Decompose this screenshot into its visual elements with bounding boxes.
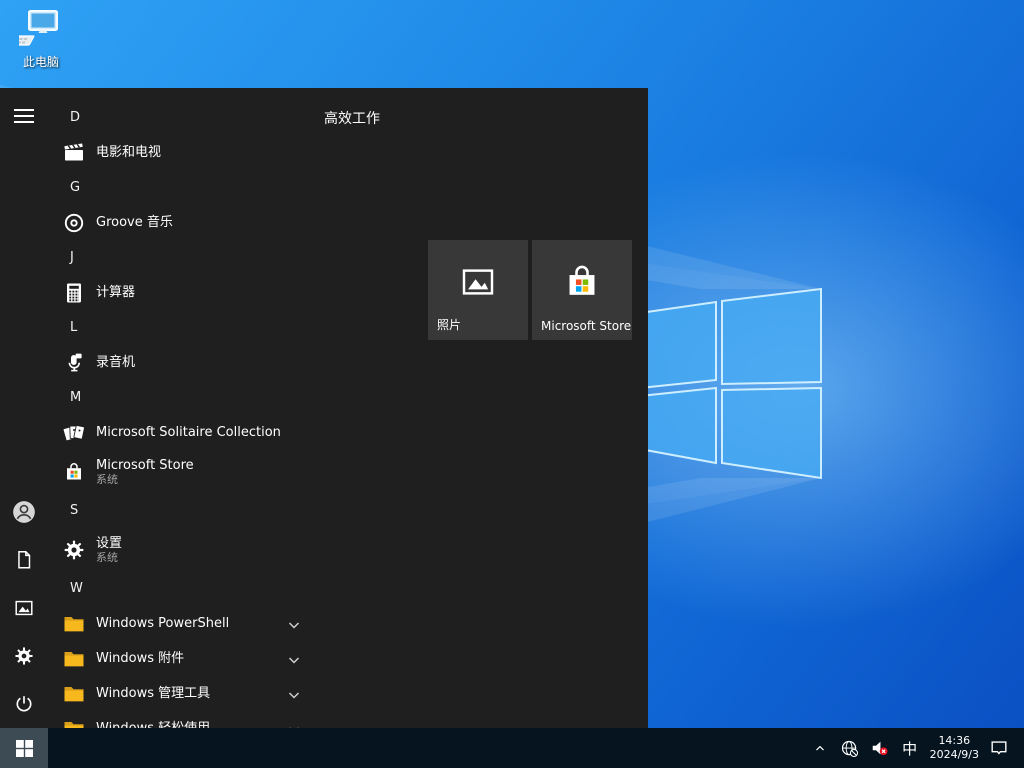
folder-icon xyxy=(62,717,86,729)
app-label: Windows 轻松使用 xyxy=(96,721,210,728)
tile-label: Microsoft Store xyxy=(541,319,631,333)
tile-group-label[interactable]: 高效工作 xyxy=(324,108,380,128)
letter-header-l[interactable]: L xyxy=(48,310,310,345)
app-item-groove-music[interactable]: Groove 音乐 xyxy=(48,205,310,240)
clock-date: 2024/9/3 xyxy=(930,748,979,762)
letter-label: L xyxy=(70,320,77,335)
folder-icon xyxy=(62,612,86,636)
app-label: Windows PowerShell xyxy=(96,616,229,631)
app-item-settings[interactable]: 设置 系统 xyxy=(48,528,310,571)
user-avatar-icon xyxy=(11,499,37,525)
app-label: 电影和电视 xyxy=(96,145,161,160)
notification-center-button[interactable] xyxy=(986,728,1012,768)
system-tray: 中 14:36 2024/9/3 xyxy=(807,728,1024,768)
microsoft-store-icon xyxy=(560,260,604,308)
letter-header-w[interactable]: W xyxy=(48,571,310,606)
folder-icon xyxy=(62,682,86,706)
pictures-button[interactable] xyxy=(0,584,48,632)
chevron-up-icon xyxy=(813,741,827,755)
power-icon xyxy=(13,693,35,715)
voice-recorder-icon xyxy=(62,351,86,375)
app-label: Groove 音乐 xyxy=(96,215,173,230)
app-label: 录音机 xyxy=(96,355,135,370)
folder-item-windows-ease-of-access[interactable]: Windows 轻松使用 xyxy=(48,711,310,728)
groove-music-icon xyxy=(62,211,86,235)
app-item-microsoft-store[interactable]: Microsoft Store 系统 xyxy=(48,450,310,493)
letter-header-g[interactable]: G xyxy=(48,170,310,205)
folder-item-windows-admin-tools[interactable]: Windows 管理工具 xyxy=(48,676,310,711)
solitaire-icon xyxy=(62,421,86,445)
letter-label: G xyxy=(70,180,80,195)
tile-photos[interactable]: 照片 xyxy=(428,240,528,340)
this-pc-icon xyxy=(19,8,63,52)
folder-icon xyxy=(62,647,86,671)
app-label: Microsoft Solitaire Collection xyxy=(96,425,281,440)
start-app-list: D 电影和电视 G xyxy=(48,88,310,728)
letter-label: W xyxy=(70,581,83,596)
taskbar: 中 14:36 2024/9/3 xyxy=(0,728,1024,768)
letter-header-s[interactable]: S xyxy=(48,493,310,528)
globe-no-internet-icon xyxy=(840,739,859,758)
start-menu-rail xyxy=(0,88,48,728)
documents-button[interactable] xyxy=(0,536,48,584)
letter-header-m[interactable]: M xyxy=(48,380,310,415)
app-label: Microsoft Store 系统 xyxy=(96,458,194,486)
clock-button[interactable]: 14:36 2024/9/3 xyxy=(927,728,982,768)
pictures-icon xyxy=(13,597,35,619)
app-item-calculator[interactable]: 计算器 xyxy=(48,275,310,310)
chevron-down-icon[interactable] xyxy=(288,614,300,633)
settings-button[interactable] xyxy=(0,632,48,680)
start-button[interactable] xyxy=(0,728,48,768)
folder-item-windows-accessories[interactable]: Windows 附件 xyxy=(48,641,310,676)
gear-icon xyxy=(13,645,35,667)
letter-label: S xyxy=(70,503,78,518)
chevron-down-icon[interactable] xyxy=(288,684,300,703)
taskbar-empty-area xyxy=(48,728,807,768)
letter-label: J xyxy=(70,250,74,265)
clock-time: 14:36 xyxy=(938,734,970,748)
tile-microsoft-store[interactable]: Microsoft Store xyxy=(532,240,632,340)
volume-button[interactable] xyxy=(867,728,893,768)
calculator-icon xyxy=(62,281,86,305)
hamburger-icon xyxy=(14,108,34,124)
folder-item-windows-powershell[interactable]: Windows PowerShell xyxy=(48,606,310,641)
movies-tv-icon xyxy=(62,141,86,165)
letter-header-j[interactable]: J xyxy=(48,240,310,275)
volume-muted-icon xyxy=(870,738,890,758)
power-button[interactable] xyxy=(0,680,48,728)
app-item-solitaire[interactable]: Microsoft Solitaire Collection xyxy=(48,415,310,450)
letter-label: M xyxy=(70,390,81,405)
app-item-movies-tv[interactable]: 电影和电视 xyxy=(48,135,310,170)
app-label: 设置 系统 xyxy=(96,536,122,564)
windows-logo-icon xyxy=(16,740,33,757)
photos-icon xyxy=(457,261,499,307)
letter-header-d[interactable]: D xyxy=(48,100,310,135)
chevron-down-icon[interactable] xyxy=(288,649,300,668)
app-item-voice-recorder[interactable]: 录音机 xyxy=(48,345,310,380)
microsoft-store-icon xyxy=(62,460,86,484)
network-status-button[interactable] xyxy=(837,728,863,768)
ime-label: 中 xyxy=(902,738,917,759)
expand-menu-button[interactable] xyxy=(0,92,48,140)
show-hidden-icons-button[interactable] xyxy=(807,728,833,768)
app-label: Windows 管理工具 xyxy=(96,686,210,701)
app-sublabel: 系统 xyxy=(96,551,122,564)
notification-center-icon xyxy=(989,738,1009,758)
tile-label: 照片 xyxy=(437,316,461,333)
document-icon xyxy=(13,549,35,571)
letter-label: D xyxy=(70,110,80,125)
app-label: 计算器 xyxy=(96,285,135,300)
start-tiles-area: 高效工作 照片 xyxy=(310,88,648,728)
screen: 此电脑 xyxy=(0,0,1024,768)
desktop-icon-this-pc[interactable]: 此电脑 xyxy=(12,8,70,70)
start-menu: D 电影和电视 G xyxy=(0,88,648,728)
settings-gear-icon xyxy=(62,538,86,562)
app-label: Windows 附件 xyxy=(96,651,184,666)
desktop-icon-label: 此电脑 xyxy=(12,53,70,70)
ime-indicator-button[interactable]: 中 xyxy=(897,728,923,768)
user-account-button[interactable] xyxy=(0,488,48,536)
app-sublabel: 系统 xyxy=(96,473,194,486)
chevron-down-icon[interactable] xyxy=(288,719,300,728)
